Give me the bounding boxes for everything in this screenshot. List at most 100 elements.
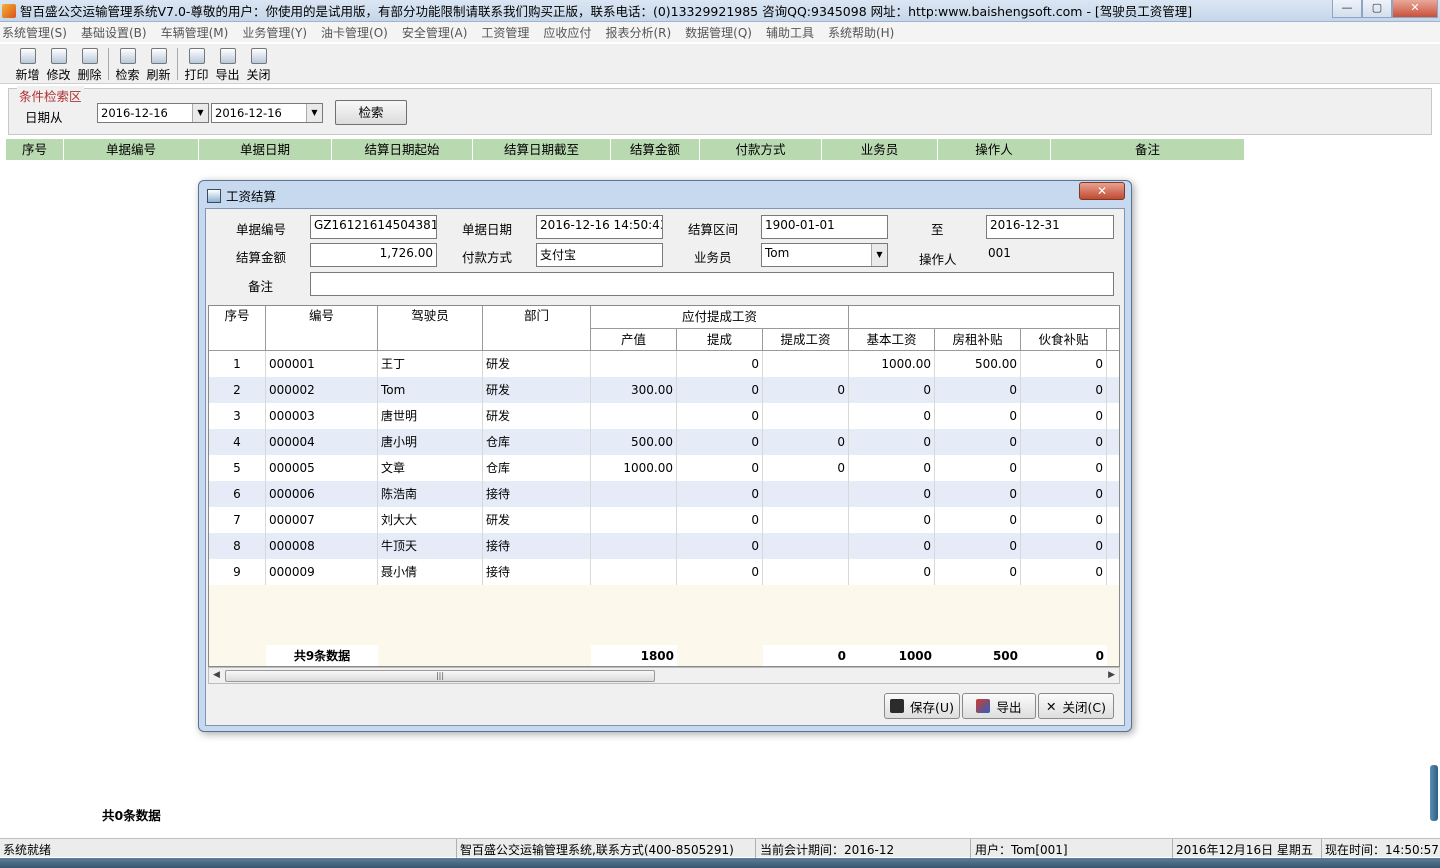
table-row[interactable]: 4 000004 唐小明 仓库 500.00 0 0 0 0 0 bbox=[209, 429, 1119, 455]
cell-driver[interactable]: 刘大大 bbox=[378, 507, 483, 533]
cell-index[interactable]: 8 bbox=[209, 533, 266, 559]
toolbar-search-button[interactable]: 检索 bbox=[112, 44, 143, 83]
cell-rent-allowance[interactable]: 0 bbox=[935, 507, 1021, 533]
cell-output[interactable] bbox=[591, 507, 677, 533]
cell-driver[interactable]: 唐世明 bbox=[378, 403, 483, 429]
amount-field[interactable]: 1,726.00 bbox=[310, 243, 437, 267]
col-doc-date[interactable]: 单据日期 bbox=[199, 139, 332, 160]
col-doc-no[interactable]: 单据编号 bbox=[64, 139, 199, 160]
cell-commission-wage[interactable] bbox=[763, 351, 849, 377]
col-amount[interactable]: 结算金额 bbox=[611, 139, 700, 160]
vertical-scrollbar[interactable] bbox=[1430, 765, 1438, 821]
remark-field[interactable] bbox=[310, 272, 1114, 296]
cell-commission-wage[interactable] bbox=[763, 507, 849, 533]
scroll-thumb[interactable]: ||| bbox=[225, 670, 655, 682]
period-end-field[interactable]: 2016-12-31 bbox=[986, 215, 1114, 239]
cell-dept[interactable]: 研发 bbox=[483, 507, 591, 533]
cell-index[interactable]: 9 bbox=[209, 559, 266, 585]
cell-code[interactable]: 000008 bbox=[266, 533, 378, 559]
doc-no-field[interactable]: GZ16121614504381 bbox=[310, 215, 437, 239]
cell-output[interactable] bbox=[591, 533, 677, 559]
cell-index[interactable]: 3 bbox=[209, 403, 266, 429]
grid-col-commission-wage[interactable]: 提成工资 bbox=[763, 329, 849, 351]
edit-button[interactable]: 修改 bbox=[43, 44, 74, 83]
table-row[interactable]: 1 000001 王丁 研发 0 1000.00 500.00 0 bbox=[209, 351, 1119, 377]
add-button[interactable]: 新增 bbox=[12, 44, 43, 83]
col-period-start[interactable]: 结算日期起始 bbox=[332, 139, 473, 160]
cell-rent-allowance[interactable]: 0 bbox=[935, 533, 1021, 559]
cell-code[interactable]: 000002 bbox=[266, 377, 378, 403]
cell-base-wage[interactable]: 0 bbox=[849, 533, 935, 559]
cell-code[interactable]: 000004 bbox=[266, 429, 378, 455]
menu-wages[interactable]: 工资管理 bbox=[481, 24, 529, 41]
grid-horizontal-scrollbar[interactable]: ◀ ||| ▶ bbox=[208, 667, 1120, 684]
menu-tools[interactable]: 辅助工具 bbox=[766, 24, 814, 41]
grid-col-base-wage[interactable]: 基本工资 bbox=[849, 329, 935, 351]
cell-driver[interactable]: 唐小明 bbox=[378, 429, 483, 455]
doc-date-field[interactable]: 2016-12-16 14:50:43 bbox=[536, 215, 663, 239]
cell-dept[interactable]: 接待 bbox=[483, 481, 591, 507]
cell-index[interactable]: 4 bbox=[209, 429, 266, 455]
cell-commission[interactable]: 0 bbox=[677, 429, 763, 455]
cell-base-wage[interactable]: 0 bbox=[849, 455, 935, 481]
cell-code[interactable]: 000001 bbox=[266, 351, 378, 377]
cell-base-wage[interactable]: 0 bbox=[849, 377, 935, 403]
cell-rent-allowance[interactable]: 0 bbox=[935, 559, 1021, 585]
cell-rent-allowance[interactable]: 0 bbox=[935, 481, 1021, 507]
chevron-down-icon[interactable]: ▼ bbox=[192, 104, 208, 122]
cell-driver[interactable]: 聂小倩 bbox=[378, 559, 483, 585]
cell-index[interactable]: 5 bbox=[209, 455, 266, 481]
col-index[interactable]: 序号 bbox=[6, 139, 64, 160]
menu-help[interactable]: 系统帮助(H) bbox=[828, 24, 894, 41]
date-from-picker[interactable]: 2016-12-16 ▼ bbox=[97, 103, 209, 123]
window-close-button[interactable]: ✕ bbox=[1392, 0, 1438, 18]
cell-dept[interactable]: 仓库 bbox=[483, 455, 591, 481]
table-row[interactable]: 5 000005 文章 仓库 1000.00 0 0 0 0 0 bbox=[209, 455, 1119, 481]
menu-data[interactable]: 数据管理(Q) bbox=[685, 24, 752, 41]
cell-commission-wage[interactable] bbox=[763, 403, 849, 429]
cell-output[interactable] bbox=[591, 403, 677, 429]
payment-field[interactable]: 支付宝 bbox=[536, 243, 663, 267]
cell-commission[interactable]: 0 bbox=[677, 533, 763, 559]
cell-meal-allowance[interactable]: 0 bbox=[1021, 481, 1107, 507]
cell-dept[interactable]: 研发 bbox=[483, 403, 591, 429]
cell-dept[interactable]: 研发 bbox=[483, 377, 591, 403]
cell-index[interactable]: 7 bbox=[209, 507, 266, 533]
cell-meal-allowance[interactable]: 0 bbox=[1021, 351, 1107, 377]
cell-driver[interactable]: 文章 bbox=[378, 455, 483, 481]
cell-base-wage[interactable]: 1000.00 bbox=[849, 351, 935, 377]
cell-commission[interactable]: 0 bbox=[677, 481, 763, 507]
chevron-down-icon[interactable]: ▼ bbox=[306, 104, 322, 122]
cell-commission[interactable]: 0 bbox=[677, 351, 763, 377]
salesman-select[interactable]: Tom ▼ bbox=[761, 243, 888, 267]
table-row[interactable]: 3 000003 唐世明 研发 0 0 0 0 bbox=[209, 403, 1119, 429]
cell-rent-allowance[interactable]: 0 bbox=[935, 455, 1021, 481]
grid-col-code[interactable]: 编号 bbox=[266, 306, 378, 351]
cell-dept[interactable]: 仓库 bbox=[483, 429, 591, 455]
cell-base-wage[interactable]: 0 bbox=[849, 559, 935, 585]
date-to-picker[interactable]: 2016-12-16 ▼ bbox=[211, 103, 323, 123]
dialog-save-button[interactable]: 保存(U) bbox=[884, 693, 960, 719]
cell-code[interactable]: 000006 bbox=[266, 481, 378, 507]
export-button[interactable]: 导出 bbox=[212, 44, 243, 83]
menu-business[interactable]: 业务管理(Y) bbox=[242, 24, 307, 41]
col-remark[interactable]: 备注 bbox=[1051, 139, 1244, 160]
cell-commission[interactable]: 0 bbox=[677, 507, 763, 533]
cell-output[interactable] bbox=[591, 351, 677, 377]
cell-dept[interactable]: 接待 bbox=[483, 559, 591, 585]
cell-meal-allowance[interactable]: 0 bbox=[1021, 403, 1107, 429]
cell-meal-allowance[interactable]: 0 bbox=[1021, 429, 1107, 455]
dialog-export-button[interactable]: 导出 bbox=[962, 693, 1036, 719]
cell-rent-allowance[interactable]: 500.00 bbox=[935, 351, 1021, 377]
cell-dept[interactable]: 接待 bbox=[483, 533, 591, 559]
menu-system[interactable]: 系统管理(S) bbox=[2, 24, 67, 41]
cell-base-wage[interactable]: 0 bbox=[849, 481, 935, 507]
table-row[interactable]: 8 000008 牛顶天 接待 0 0 0 0 bbox=[209, 533, 1119, 559]
cell-commission[interactable]: 0 bbox=[677, 403, 763, 429]
cell-output[interactable] bbox=[591, 559, 677, 585]
cell-driver[interactable]: 陈浩南 bbox=[378, 481, 483, 507]
cell-commission-wage[interactable]: 0 bbox=[763, 455, 849, 481]
grid-col-rent-allowance[interactable]: 房租补贴 bbox=[935, 329, 1021, 351]
col-payment[interactable]: 付款方式 bbox=[700, 139, 822, 160]
cell-output[interactable]: 300.00 bbox=[591, 377, 677, 403]
